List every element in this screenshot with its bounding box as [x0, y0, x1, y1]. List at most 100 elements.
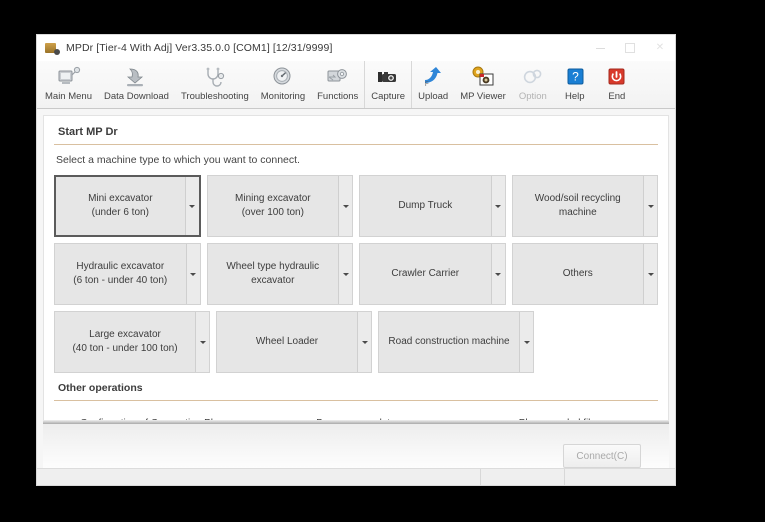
chevron-down-icon[interactable] [184, 177, 199, 235]
machine-label-line1: Crawler Carrier [391, 268, 460, 279]
machine-button-label: Wood/soil recycling machine [513, 176, 643, 236]
machine-label-line1: Dump Truck [398, 200, 453, 211]
machine-label-line2: (over 100 ton) [241, 207, 304, 218]
chevron-down-icon[interactable] [643, 176, 657, 236]
machine-button-hydraulic-excavator[interactable]: Hydraulic excavator (6 ton - under 40 to… [54, 243, 201, 305]
toolbar-label: Data Download [104, 91, 169, 102]
op-browse-save-data[interactable]: Browse save data → [255, 410, 456, 421]
machine-button-label: Wheel Loader [217, 312, 357, 372]
chevron-down-icon[interactable] [643, 244, 657, 304]
machine-button-mini-excavator[interactable]: Mini excavator (under 6 ton) [54, 175, 201, 237]
page-title: Start MP Dr [58, 126, 118, 138]
download-icon [121, 64, 151, 90]
toolbar-label: Help [565, 91, 585, 102]
arrow-right-icon: → [637, 417, 650, 421]
machine-button-mining-excavator[interactable]: Mining excavator (over 100 ton) [206, 175, 354, 237]
chevron-down-icon[interactable] [195, 312, 209, 372]
chevron-down-icon[interactable] [338, 244, 352, 304]
upload-arrow-icon: F [418, 64, 448, 90]
toolbar-label: Main Menu [45, 91, 92, 102]
instruction-text: Select a machine type to which you want … [56, 154, 300, 166]
toolbar-label: Functions [317, 91, 359, 102]
main-toolbar: Main Menu Data Download Troubleshooting … [37, 61, 675, 109]
monitor-icon [54, 64, 84, 90]
status-cell-right [565, 469, 675, 485]
toolbar-button-functions[interactable]: Functions [311, 61, 364, 108]
toolbar-label: Capture [371, 91, 406, 102]
machine-button-others[interactable]: Others [511, 243, 658, 305]
machine-button-wheel-loader[interactable]: Wheel Loader [216, 311, 372, 373]
machine-label-line1: Wheel Loader [255, 336, 319, 347]
machine-button-large-excavator[interactable]: Large excavator (40 ton - under 100 ton) [54, 311, 210, 373]
chevron-down-icon[interactable] [490, 176, 505, 236]
arrow-right-icon: → [234, 417, 247, 421]
options-icon [518, 64, 548, 90]
maximize-icon[interactable] [615, 35, 645, 61]
chevron-down-icon[interactable] [490, 244, 505, 304]
toolbar-button-option[interactable]: Option [512, 61, 554, 108]
machine-row: Large excavator (40 ton - under 100 ton)… [54, 311, 658, 373]
chevron-down-icon[interactable] [519, 312, 533, 372]
close-icon[interactable]: ✕ [645, 35, 675, 61]
footer-area: Connect(C) [43, 424, 669, 468]
toolbar-button-end[interactable]: End [596, 61, 638, 108]
other-operations-section: Other operations Confirmation of Connect… [54, 382, 658, 420]
toolbar-button-upload[interactable]: F Upload [411, 61, 454, 108]
other-operations-divider [54, 400, 658, 401]
toolbar-button-troubleshooting[interactable]: Troubleshooting [175, 61, 255, 108]
status-cell-main [37, 469, 481, 485]
connect-button[interactable]: Connect(C) [563, 444, 641, 468]
toolbar-label: MP Viewer [460, 91, 506, 102]
minimize-icon[interactable] [585, 35, 615, 61]
machine-button-crawler-carrier[interactable]: Crawler Carrier [359, 243, 506, 305]
machine-button-label: Wheel type hydraulic excavator [208, 244, 339, 304]
arrow-right-icon: → [436, 417, 449, 421]
op-label: Confirmation of Connection Place [80, 418, 229, 421]
status-bar [37, 468, 675, 485]
machine-button-wood-soil-recycling-machine[interactable]: Wood/soil recycling machine [511, 175, 658, 237]
toolbar-button-data-download[interactable]: Data Download [98, 61, 175, 108]
toolbar-button-monitoring[interactable]: Monitoring [255, 61, 311, 108]
toolbar-button-capture[interactable]: Capture [364, 61, 411, 108]
other-operations-row: Confirmation of Connection Place → Brows… [54, 410, 658, 421]
mp-viewer-icon [468, 64, 498, 90]
toolbar-label: Monitoring [260, 91, 306, 102]
toolbar-button-mp-viewer[interactable]: MP Viewer [454, 61, 512, 108]
chevron-down-icon[interactable] [338, 176, 353, 236]
svg-text:F: F [425, 82, 429, 88]
title-bar: MPDr [Tier-4 With Adj] Ver3.35.0.0 [COM1… [37, 35, 675, 61]
machine-label-line1: Mining excavator [235, 193, 311, 204]
title-divider [54, 144, 658, 145]
machine-label-line2: (6 ton - under 40 ton) [73, 275, 168, 286]
content-panel: Start MP Dr Select a machine type to whi… [43, 115, 669, 420]
machine-button-label: Crawler Carrier [360, 244, 491, 304]
stethoscope-icon [200, 64, 230, 90]
machine-button-wheel-type-hydraulic-excavator[interactable]: Wheel type hydraulic excavator [206, 243, 353, 305]
op-play-recorded-file[interactable]: Play recorded file → [457, 410, 658, 421]
machine-label-line2: (under 6 ton) [91, 207, 149, 218]
machine-button-road-construction-machine[interactable]: Road construction machine [378, 311, 534, 373]
machine-row: Hydraulic excavator (6 ton - under 40 to… [54, 243, 658, 305]
toolbar-label: Upload [418, 91, 449, 102]
power-icon [602, 64, 632, 90]
machine-label-line1: Large excavator [89, 329, 161, 340]
machine-button-label: Others [513, 244, 644, 304]
machine-button-label: Hydraulic excavator (6 ton - under 40 to… [55, 244, 186, 304]
machine-row: Mini excavator (under 6 ton) Mining exca… [54, 175, 658, 237]
toolbar-label: Troubleshooting [180, 91, 249, 102]
camera-icon [373, 64, 403, 90]
status-cell-middle [481, 469, 565, 485]
toolbar-button-help[interactable]: ? Help [554, 61, 596, 108]
chevron-down-icon[interactable] [185, 244, 200, 304]
other-operations-title: Other operations [58, 382, 143, 394]
machine-label-line1: Mini excavator [88, 193, 153, 204]
chevron-down-icon[interactable] [357, 312, 371, 372]
machine-button-label: Mining excavator (over 100 ton) [208, 176, 338, 236]
machine-label-line1: Others [562, 268, 593, 279]
toolbar-label: End [608, 91, 626, 102]
machine-button-dump-truck[interactable]: Dump Truck [359, 175, 506, 237]
machine-button-label: Mini excavator (under 6 ton) [56, 177, 185, 235]
op-confirmation-of-connection-place[interactable]: Confirmation of Connection Place → [54, 410, 255, 421]
mpdr-app-icon [44, 40, 60, 56]
toolbar-button-main-menu[interactable]: Main Menu [39, 61, 98, 108]
